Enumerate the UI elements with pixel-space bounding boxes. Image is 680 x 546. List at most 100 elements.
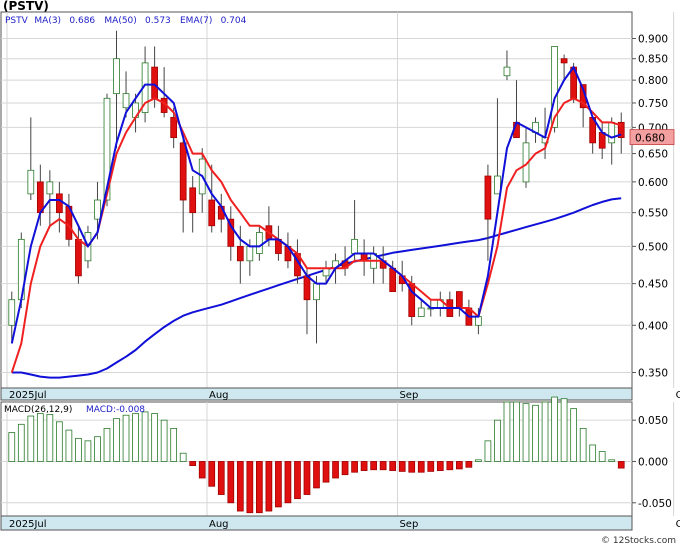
price-x-tick-label: Sep bbox=[399, 390, 418, 401]
macd-bar bbox=[65, 429, 73, 462]
macd-bar bbox=[560, 398, 568, 462]
macd-bar bbox=[75, 437, 82, 462]
macd-bar bbox=[322, 461, 330, 483]
price-y-tick-label: 0.400 bbox=[638, 320, 668, 332]
macd-bar bbox=[579, 428, 587, 462]
candle-body bbox=[360, 253, 368, 262]
macd-bar bbox=[56, 421, 63, 462]
macd-y-tick-labels: -0.050 0.000 0.050 bbox=[632, 415, 672, 510]
legend-entry: MA(50) bbox=[104, 16, 136, 26]
candle-body bbox=[151, 66, 158, 99]
macd-bar bbox=[570, 408, 577, 462]
candle-body bbox=[122, 93, 130, 109]
macd-bar bbox=[141, 411, 149, 462]
price-y-tick-label: 0.550 bbox=[638, 208, 668, 220]
legend-entry: EMA(7) bbox=[180, 16, 212, 26]
candle-body bbox=[189, 187, 197, 214]
candle-body bbox=[208, 199, 216, 227]
macd-bar bbox=[417, 461, 425, 473]
macd-bar bbox=[236, 461, 244, 512]
candle-body bbox=[313, 283, 320, 301]
macd-bar bbox=[598, 451, 606, 462]
candle-body bbox=[351, 238, 358, 254]
last-price-label: 0.680 bbox=[635, 133, 665, 145]
candle-body bbox=[56, 193, 63, 214]
candle-body bbox=[27, 169, 35, 195]
price-panel: 2025Jul Aug Sep Oct 0.350 0.400 0.450 0.500 0.5… bbox=[0, 0, 680, 401]
macd-bar bbox=[160, 419, 168, 462]
price-x-tick-label: 2025Jul bbox=[9, 390, 47, 401]
macd-y-tick-label: 0.000 bbox=[638, 456, 668, 468]
price-y-tick-label: 0.650 bbox=[638, 149, 668, 161]
macd-bar bbox=[132, 413, 139, 462]
macd-bar bbox=[379, 461, 387, 471]
macd-bar bbox=[608, 459, 616, 462]
bottom-axis-band bbox=[0, 515, 633, 531]
candle-body bbox=[113, 58, 120, 95]
macd-bar bbox=[275, 461, 282, 508]
macd-bar bbox=[103, 428, 111, 462]
candle-body bbox=[8, 299, 16, 326]
candle-body bbox=[389, 267, 397, 292]
macd-bar bbox=[84, 440, 92, 462]
macd-bar bbox=[389, 461, 397, 471]
macd-bar bbox=[351, 461, 358, 473]
price-y-tick-label: 0.450 bbox=[638, 279, 668, 291]
macd-bar bbox=[341, 461, 349, 476]
bottom-x-tick-label: Aug bbox=[209, 519, 229, 530]
macd-bar bbox=[256, 461, 263, 514]
macd-bar bbox=[398, 461, 406, 472]
macd-bar bbox=[36, 413, 44, 462]
price-y-tick-label: 0.500 bbox=[638, 241, 668, 253]
macd-bar bbox=[217, 461, 225, 495]
macd-bar bbox=[170, 428, 178, 462]
bottom-x-tick-label: Sep bbox=[399, 519, 418, 530]
candle-body bbox=[598, 132, 606, 149]
candle-body bbox=[94, 199, 101, 220]
candle-body bbox=[608, 121, 616, 144]
macd-bar bbox=[589, 444, 597, 462]
candle-body bbox=[36, 181, 44, 214]
chart-title: (PSTV) bbox=[3, 0, 49, 13]
macd-bar bbox=[332, 461, 339, 479]
macd-bar bbox=[455, 461, 463, 470]
macd-bar bbox=[370, 461, 377, 471]
macd-y-tick-label: -0.050 bbox=[638, 498, 672, 510]
macd-bar bbox=[113, 418, 120, 462]
macd-bar bbox=[208, 461, 216, 487]
legend-entry: PSTV bbox=[5, 16, 29, 26]
macd-bar bbox=[17, 423, 25, 462]
candle-body bbox=[179, 142, 187, 201]
price-y-tick-label: 0.750 bbox=[638, 98, 668, 110]
candle-body bbox=[503, 66, 511, 77]
macd-bar bbox=[179, 452, 187, 462]
indicator-legend: PSTV MA(3) 0.686 MA(50) 0.573 EMA(7) 0.704 bbox=[5, 16, 247, 26]
price-y-tick-label: 0.850 bbox=[638, 54, 668, 66]
candle-body bbox=[303, 275, 311, 301]
macd-bar bbox=[284, 461, 292, 504]
macd-bar bbox=[227, 461, 235, 504]
candle-body bbox=[170, 117, 178, 139]
stock-chart: 2025Jul Aug Sep Oct 0.350 0.400 0.450 0.500 0.5… bbox=[0, 0, 680, 546]
macd-bar bbox=[198, 461, 206, 479]
macd-title: MACD(26,12,9) bbox=[4, 405, 72, 415]
bottom-axis-strip: 2025Jul Aug Sep Oct bbox=[0, 515, 680, 531]
macd-bar bbox=[189, 461, 197, 467]
bottom-x-tick-label: Oct bbox=[676, 519, 680, 530]
candle-body bbox=[494, 175, 501, 195]
macd-bar bbox=[294, 461, 301, 500]
macd-legend-value: MACD:-0.008 bbox=[86, 405, 145, 415]
candle-body bbox=[484, 175, 492, 220]
macd-bar bbox=[551, 396, 558, 462]
candle-body bbox=[75, 238, 82, 277]
price-y-tick-label: 0.350 bbox=[638, 368, 668, 380]
legend-entry: 0.573 bbox=[145, 16, 171, 26]
macd-bar bbox=[151, 413, 158, 462]
macd-bar bbox=[8, 432, 16, 462]
price-x-tick-labels: 2025Jul Aug Sep Oct bbox=[0, 387, 680, 401]
last-price-badge: 0.680 bbox=[629, 129, 675, 146]
macd-bar bbox=[122, 414, 130, 462]
macd-bar bbox=[513, 401, 520, 462]
macd-bar bbox=[532, 404, 539, 462]
candle-body bbox=[246, 245, 254, 262]
